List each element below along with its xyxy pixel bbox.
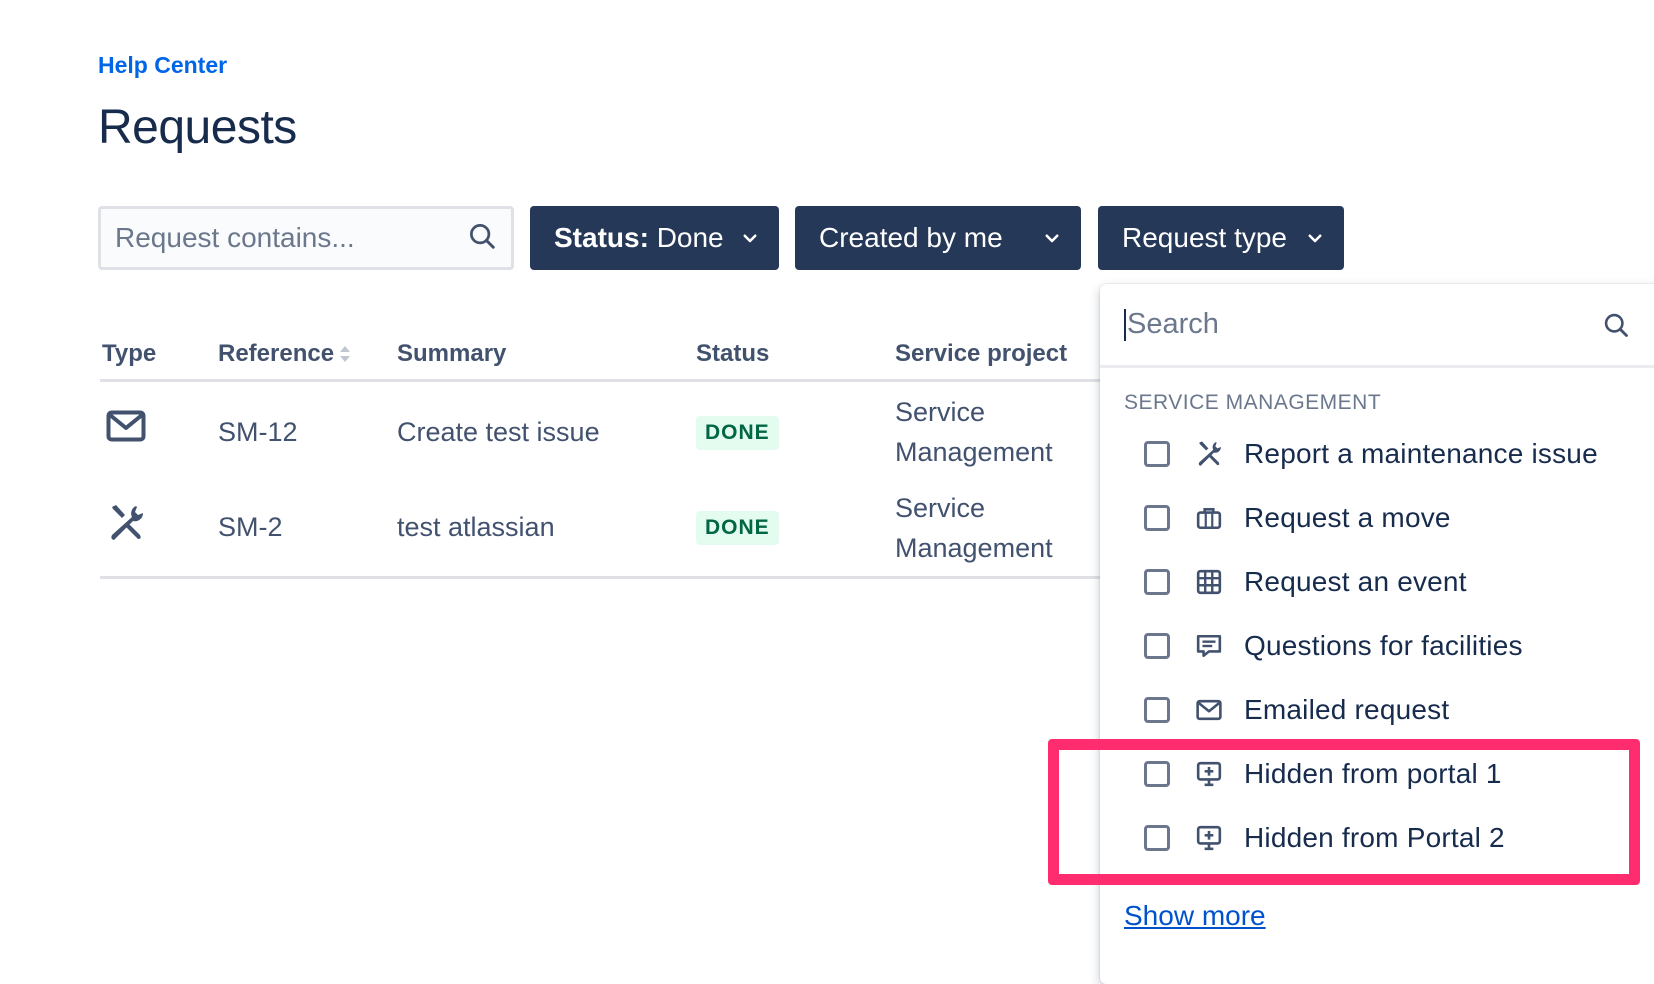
text-cursor	[1124, 308, 1126, 341]
option-checkbox[interactable]	[1144, 505, 1170, 531]
chat-icon	[1194, 631, 1224, 661]
table-row-project: Service Management	[895, 493, 1053, 563]
option-hidden-portal-2[interactable]: Hidden from Portal 2	[1144, 816, 1505, 860]
request-type-search-placeholder: Search	[1127, 308, 1219, 340]
option-label: Request a move	[1244, 502, 1451, 533]
tools-icon	[106, 503, 146, 548]
created-by-filter-label: Created by me	[819, 222, 1003, 253]
option-report-maintenance[interactable]: Report a maintenance issue	[1144, 432, 1598, 476]
monitor-plus-icon	[1194, 759, 1224, 789]
grid-icon	[1194, 567, 1224, 597]
status-badge: DONE	[696, 511, 779, 545]
request-search-input[interactable]: Request contains...	[98, 206, 514, 270]
chevron-down-icon	[1306, 229, 1324, 247]
option-label: Emailed request	[1244, 694, 1450, 725]
status-filter-button[interactable]: Status: Done	[530, 206, 779, 270]
column-header-reference[interactable]: Reference	[218, 340, 351, 368]
table-header-divider	[100, 379, 1102, 382]
option-emailed-request[interactable]: Emailed request	[1144, 688, 1449, 732]
sort-icon	[339, 344, 351, 364]
dropdown-group-header: SERVICE MANAGEMENT	[1124, 391, 1382, 414]
chevron-down-icon	[1043, 229, 1061, 247]
table-row-project: Service Management	[895, 397, 1053, 467]
table-row-summary[interactable]: Create test issue	[397, 417, 600, 448]
option-label: Questions for facilities	[1244, 630, 1523, 661]
request-type-filter-label: Request type	[1122, 222, 1287, 253]
option-checkbox[interactable]	[1144, 697, 1170, 723]
column-header-reference-label: Reference	[218, 340, 335, 367]
status-badge: DONE	[696, 416, 779, 450]
status-filter-value: Done	[656, 222, 724, 253]
show-more-link[interactable]: Show more	[1124, 900, 1266, 932]
column-header-type: Type	[102, 340, 157, 367]
search-icon	[467, 221, 497, 256]
table-bottom-divider	[100, 576, 1102, 579]
table-row-reference[interactable]: SM-12	[218, 417, 298, 448]
option-hidden-portal-1[interactable]: Hidden from portal 1	[1144, 752, 1502, 796]
search-icon	[1602, 311, 1630, 339]
request-search-placeholder: Request contains...	[115, 222, 355, 253]
breadcrumb-help-center[interactable]: Help Center	[98, 52, 227, 79]
page-title: Requests	[98, 101, 297, 154]
option-checkbox[interactable]	[1144, 569, 1170, 595]
option-label: Report a maintenance issue	[1244, 438, 1598, 469]
option-request-move[interactable]: Request a move	[1144, 496, 1451, 540]
briefcase-icon	[1194, 503, 1224, 533]
status-filter-label: Status:	[554, 222, 649, 253]
option-checkbox[interactable]	[1144, 441, 1170, 467]
chevron-down-icon	[741, 229, 759, 247]
envelope-icon	[1194, 695, 1224, 725]
option-request-event[interactable]: Request an event	[1144, 560, 1467, 604]
column-header-status: Status	[696, 340, 770, 367]
option-label: Hidden from Portal 2	[1244, 822, 1505, 853]
table-row-reference[interactable]: SM-2	[218, 512, 283, 543]
option-checkbox[interactable]	[1144, 761, 1170, 787]
tools-icon	[1194, 439, 1224, 469]
option-questions-facilities[interactable]: Questions for facilities	[1144, 624, 1523, 668]
created-by-filter-button[interactable]: Created by me	[795, 206, 1081, 270]
monitor-plus-icon	[1194, 823, 1224, 853]
request-type-filter-button[interactable]: Request type	[1098, 206, 1344, 270]
option-label: Hidden from portal 1	[1244, 758, 1502, 789]
request-type-dropdown: Search SERVICE MANAGEMENT Report a maint…	[1100, 284, 1654, 984]
column-header-summary: Summary	[397, 340, 507, 367]
option-checkbox[interactable]	[1144, 825, 1170, 851]
table-row-summary[interactable]: test atlassian	[397, 512, 555, 543]
envelope-icon	[106, 410, 146, 447]
column-header-service-project: Service project	[895, 340, 1068, 367]
option-checkbox[interactable]	[1144, 633, 1170, 659]
request-type-search-input[interactable]: Search	[1100, 284, 1654, 368]
option-label: Request an event	[1244, 566, 1467, 597]
